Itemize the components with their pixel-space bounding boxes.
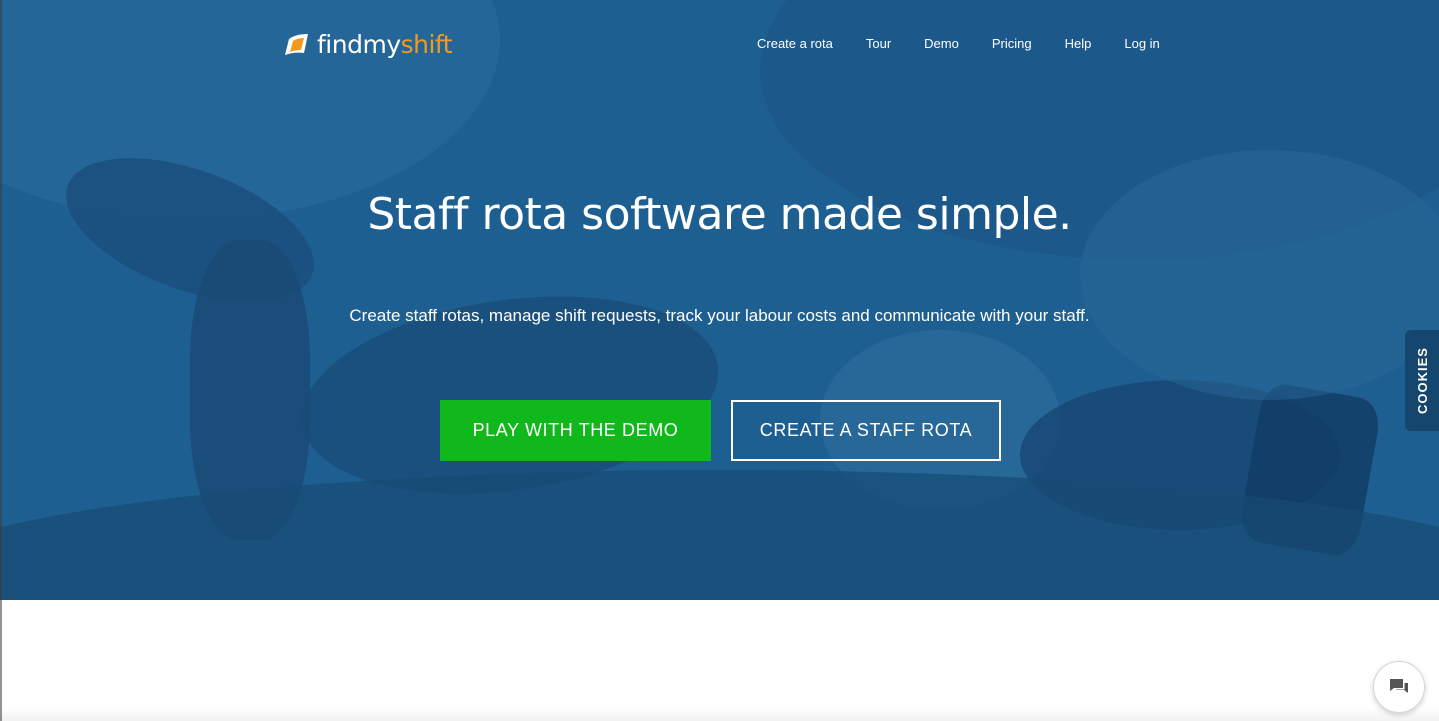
chat-bubble-icon: [1390, 679, 1408, 693]
play-demo-button[interactable]: PLAY WITH THE DEMO: [440, 400, 711, 461]
nav-pricing[interactable]: Pricing: [992, 36, 1032, 51]
nav-log-in[interactable]: Log in: [1124, 36, 1159, 51]
cookies-tab-label: COOKIES: [1414, 347, 1430, 414]
hero-subtitle: Create staff rotas, manage shift request…: [349, 306, 1090, 325]
hero-title: Staff rota software made simple.: [367, 189, 1072, 240]
main-nav: Create a rota Tour Demo Pricing Help Log…: [757, 36, 1160, 51]
chat-button[interactable]: [1373, 661, 1425, 713]
logo[interactable]: findmyshift: [283, 28, 453, 62]
cookies-tab[interactable]: COOKIES: [1405, 330, 1439, 431]
nav-demo[interactable]: Demo: [924, 36, 959, 51]
section-shadow: [0, 707, 1439, 721]
hero-background-photo: [0, 0, 1439, 600]
site-header: findmyshift Create a rota Tour Demo Pric…: [0, 0, 1439, 90]
nav-help[interactable]: Help: [1065, 36, 1092, 51]
logo-text-findmy: findmy: [317, 30, 401, 59]
logo-text: findmyshift: [317, 28, 453, 62]
findmyshift-logo-icon: [285, 34, 308, 55]
nav-tour[interactable]: Tour: [866, 36, 891, 51]
create-staff-rota-button[interactable]: CREATE A STAFF ROTA: [731, 400, 1001, 461]
logo-text-shift: shift: [400, 30, 453, 59]
content-section: [0, 600, 1439, 721]
hero-section: findmyshift Create a rota Tour Demo Pric…: [0, 0, 1439, 600]
nav-create-a-rota[interactable]: Create a rota: [757, 36, 833, 51]
window-edge: [0, 0, 2, 721]
